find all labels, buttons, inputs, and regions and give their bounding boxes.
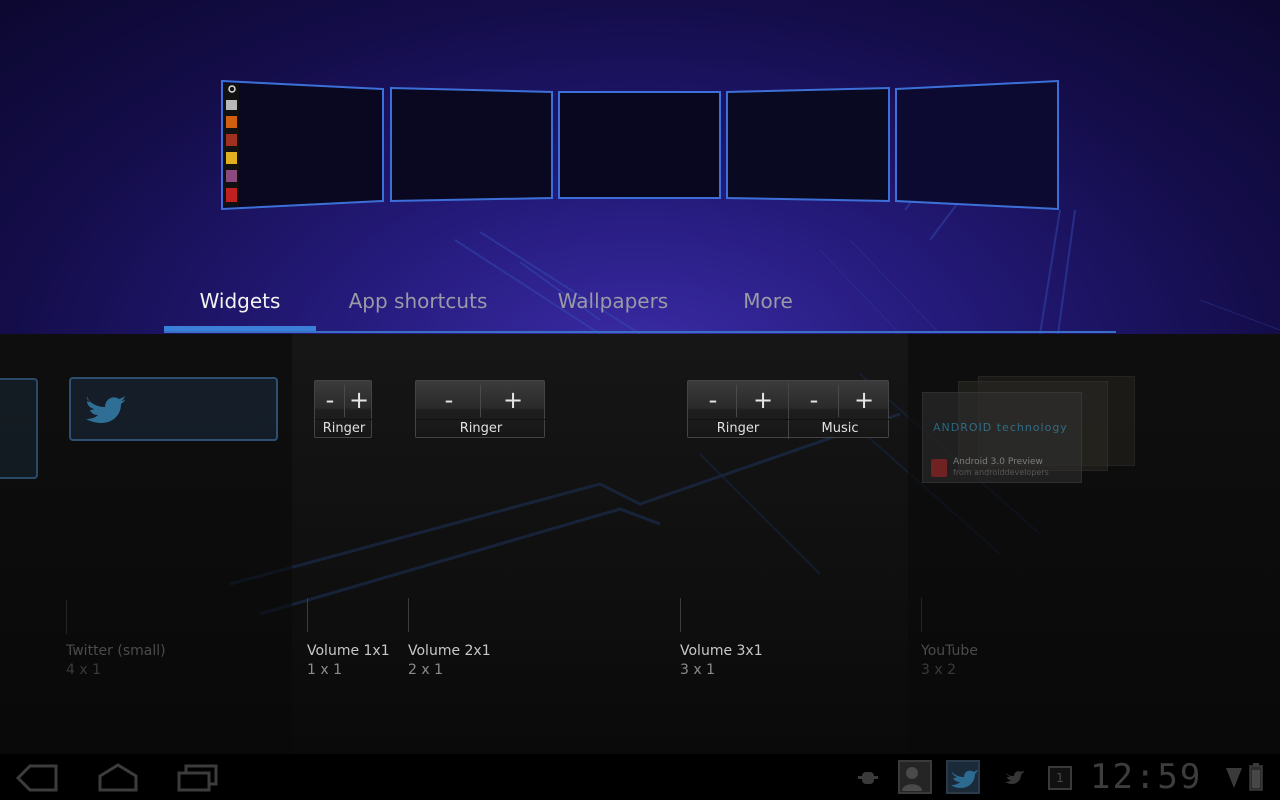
- home-screen-3[interactable]: [558, 91, 721, 199]
- minus-button: -: [444, 386, 454, 414]
- battery-icon: [1249, 763, 1263, 791]
- ringer-caption: Ringer: [322, 421, 366, 436]
- minus-button: -: [325, 386, 335, 414]
- system-bar: 1 12:59: [0, 754, 1280, 800]
- ringer-caption: Ringer: [459, 421, 503, 436]
- youtube-preview-card: ANDROID technology Android 3.0 Preview f…: [922, 392, 1082, 483]
- widget-size: 3 x 1: [680, 662, 715, 678]
- widget-size: 4 x 1: [66, 662, 101, 678]
- button-separator: [480, 385, 481, 417]
- music-plus-button: +: [853, 386, 875, 414]
- widget-tick: [66, 600, 67, 634]
- youtube-preview-title: Android 3.0 Preview: [953, 457, 1043, 467]
- youtube-preview-logo: ANDROID technology: [933, 421, 1068, 434]
- twitter-bird-icon: [86, 395, 125, 423]
- usb-debug-icon[interactable]: [856, 766, 880, 790]
- divider: [688, 419, 890, 420]
- button-separator: [736, 385, 737, 417]
- widget-tray[interactable]: Twitter (small) 4 x 1 - + Ringer Volume …: [0, 334, 1280, 754]
- tab-wallpapers[interactable]: Wallpapers: [550, 278, 676, 332]
- music-minus-button: -: [809, 386, 819, 414]
- plus-button: +: [502, 386, 524, 414]
- signal-icon: [1226, 768, 1242, 788]
- twitter-small-icon[interactable]: [1004, 768, 1024, 786]
- widget-tick: [307, 598, 308, 632]
- widget-name: Twitter (small): [66, 643, 166, 659]
- home-icon[interactable]: [96, 762, 140, 794]
- ringer-plus-button: +: [752, 386, 774, 414]
- ringer-minus-button: -: [708, 386, 718, 414]
- calendar-icon[interactable]: 1: [1048, 766, 1072, 790]
- home-screen-5[interactable]: [895, 79, 1059, 211]
- widget-size: 3 x 2: [921, 662, 956, 678]
- widget-name: YouTube: [921, 643, 978, 659]
- widget-name: Volume 1x1: [307, 643, 390, 659]
- volume-1x1-preview: - + Ringer: [314, 380, 373, 438]
- twitter-icon[interactable]: [946, 760, 980, 794]
- tab-bar: Widgets App shortcuts Wallpapers More: [164, 278, 1116, 334]
- widget-size: 1 x 1: [307, 662, 342, 678]
- button-separator: [344, 385, 345, 417]
- widget-name: Volume 3x1: [680, 643, 763, 659]
- tab-underline: [164, 331, 1116, 333]
- button-separator: [838, 385, 839, 417]
- recent-apps-icon[interactable]: [176, 764, 218, 792]
- tab-more[interactable]: More: [728, 278, 808, 332]
- previous-widget-preview[interactable]: [0, 378, 38, 479]
- divider: [315, 419, 373, 420]
- tab-app-shortcuts[interactable]: App shortcuts: [336, 278, 500, 332]
- volume-3x1-preview: - + - + Ringer Music: [687, 380, 890, 439]
- home-screen-4[interactable]: [726, 86, 890, 203]
- widget-tick: [680, 598, 681, 632]
- back-icon[interactable]: [16, 764, 58, 792]
- tab-widgets[interactable]: Widgets: [164, 278, 316, 332]
- plus-button: +: [348, 386, 370, 414]
- youtube-icon: [931, 459, 947, 477]
- divider: [416, 419, 546, 420]
- home-screen-2[interactable]: [390, 86, 553, 203]
- section-separator: [788, 381, 789, 439]
- top-panel: Widgets App shortcuts Wallpapers More: [0, 0, 1280, 334]
- contact-icon[interactable]: [898, 760, 932, 794]
- ringer-caption: Ringer: [716, 421, 760, 436]
- youtube-preview-subtitle: from androiddevelopers: [953, 468, 1049, 477]
- clock[interactable]: 12:59: [1090, 758, 1212, 796]
- home-screen-1[interactable]: [221, 79, 384, 211]
- widget-name: Volume 2x1: [408, 643, 491, 659]
- volume-2x1-preview: - + Ringer: [415, 380, 546, 438]
- widget-size: 2 x 1: [408, 662, 443, 678]
- music-caption: Music: [821, 421, 859, 436]
- home-screens-overview: [221, 79, 1059, 211]
- twitter-widget-preview: [69, 377, 278, 441]
- widget-tick: [921, 598, 922, 632]
- widget-tick: [408, 598, 409, 632]
